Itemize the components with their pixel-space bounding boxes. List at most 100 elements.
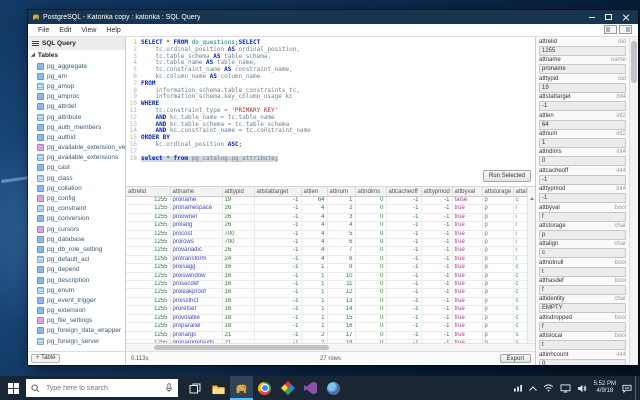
field-value[interactable]: 19	[539, 82, 626, 93]
grid-cell[interactable]: true	[452, 255, 483, 265]
grid-cell[interactable]: 1	[301, 314, 328, 324]
table-row[interactable]: 1255prorows700-1460-1-1truepitrue	[126, 238, 535, 248]
grid-cell[interactable]: provariadic	[170, 246, 223, 256]
taskbar-visual-studio[interactable]	[299, 376, 322, 400]
grid-cell[interactable]: proname	[170, 196, 223, 206]
run-selected-button[interactable]: Run Selected	[482, 170, 531, 182]
sidebar-item-pg_collation[interactable]: pg_collation	[37, 183, 125, 193]
grid-cell[interactable]: -1	[421, 314, 453, 324]
grid-cell[interactable]: proretset	[170, 305, 223, 315]
grid-col-attbyval[interactable]: attbyval	[452, 187, 483, 197]
grid-cell[interactable]: true	[452, 230, 483, 240]
grid-cell[interactable]: p	[482, 263, 514, 273]
grid-cell[interactable]: 1255	[126, 272, 171, 282]
menu-help[interactable]: Help	[101, 27, 125, 34]
grid-cell[interactable]: true	[452, 246, 483, 256]
grid-cell[interactable]: 0	[355, 314, 387, 324]
grid-cell[interactable]: p	[482, 288, 514, 298]
grid-cell[interactable]: -1	[386, 263, 422, 273]
field-value[interactable]: proname	[539, 64, 626, 75]
grid-cell[interactable]: 16	[222, 263, 255, 273]
grid-cell[interactable]: 700	[222, 230, 255, 240]
field-value[interactable]: 0	[539, 156, 626, 167]
grid-cell[interactable]: -1	[386, 204, 422, 214]
grid-cell[interactable]: -1	[386, 196, 422, 206]
sidebar-item-pg_auth_members[interactable]: pg_auth_members	[37, 122, 125, 132]
grid-cell[interactable]: -1	[386, 322, 422, 332]
sidebar-item-pg_class[interactable]: pg_class	[37, 173, 125, 183]
grid-cell[interactable]: 0	[355, 246, 387, 256]
grid-cell[interactable]: 4	[301, 255, 328, 265]
maximize-button[interactable]	[600, 10, 617, 24]
grid-cell[interactable]: 0	[355, 263, 387, 273]
grid-cell[interactable]: 0	[355, 305, 387, 315]
sidebar-item-pg_depend[interactable]: pg_depend	[37, 265, 125, 275]
grid-cell[interactable]: 1	[301, 288, 328, 298]
sidebar-item-pg_db_role_setting[interactable]: pg_db_role_setting	[37, 244, 125, 254]
grid-cell[interactable]: 13	[327, 297, 356, 307]
grid-cell[interactable]: 15	[327, 314, 356, 324]
grid-cell[interactable]: -1	[386, 288, 422, 298]
grid-cell[interactable]: 2	[301, 331, 328, 340]
grid-cell[interactable]: true	[452, 280, 483, 290]
grid-cell[interactable]: 6	[327, 238, 356, 248]
grid-cell[interactable]: 2	[327, 204, 356, 214]
grid-horizontal-scrollbar[interactable]	[126, 343, 535, 351]
grid-cell[interactable]: -1	[421, 263, 453, 273]
grid-cell[interactable]: 1255	[126, 280, 171, 290]
table-row[interactable]: 1255proisstrict16-11130-1-1truepctrue	[126, 297, 535, 307]
grid-cell[interactable]: p	[482, 305, 514, 315]
menu-file[interactable]: File	[33, 27, 54, 34]
grid-cell[interactable]: -1	[421, 246, 453, 256]
grid-cell[interactable]: -1	[421, 305, 453, 315]
grid-col-attlen[interactable]: attlen	[301, 187, 328, 197]
grid-cell[interactable]: -1	[386, 213, 422, 223]
grid-cell[interactable]: p	[482, 238, 514, 248]
grid-cell[interactable]: 0	[355, 297, 387, 307]
grid-cell[interactable]: -1	[254, 297, 302, 307]
grid-cell[interactable]: 4	[301, 221, 328, 231]
grid-cell[interactable]: 16	[222, 297, 255, 307]
grid-cell[interactable]: -1	[421, 213, 453, 223]
sidebar-item-sql-query[interactable]: SQL Query	[28, 37, 125, 50]
grid-cell[interactable]: -1	[386, 272, 422, 282]
menu-view[interactable]: View	[76, 27, 101, 34]
grid-col-atttypmod[interactable]: atttypmod	[421, 187, 453, 197]
field-value[interactable]: t	[539, 340, 626, 351]
sidebar-item-pg_cast[interactable]: pg_cast	[37, 163, 125, 173]
table-row[interactable]: 1255pronamespace26-1420-1-1truepitrue	[126, 204, 535, 214]
grid-cell[interactable]: 1255	[126, 305, 171, 315]
grid-cell[interactable]: 8	[327, 255, 356, 265]
grid-cell[interactable]: 1255	[126, 213, 171, 223]
grid-cell[interactable]: -1	[254, 238, 302, 248]
grid-cell[interactable]: proparallel	[170, 322, 223, 332]
grid-cell[interactable]: -1	[254, 331, 302, 340]
grid-cell[interactable]: 16	[327, 322, 356, 332]
grid-cell[interactable]: true	[452, 272, 483, 282]
field-value[interactable]: 64	[539, 119, 626, 130]
grid-cell[interactable]: 1255	[126, 204, 171, 214]
sidebar-item-pg_file_settings[interactable]: pg_file_settings	[37, 316, 125, 326]
grid-cell[interactable]: 0	[355, 280, 387, 290]
grid-cell[interactable]: -1	[421, 204, 453, 214]
grid-cell[interactable]: 24	[222, 255, 255, 265]
sidebar-item-pg_attrdef[interactable]: pg_attrdef	[37, 102, 125, 112]
grid-cell[interactable]: 1255	[126, 322, 171, 332]
grid-cell[interactable]: 1255	[126, 331, 171, 340]
grid-cell[interactable]: proisstrict	[170, 297, 223, 307]
grid-col-atttypid[interactable]: atttypid	[222, 187, 255, 197]
grid-cell[interactable]: 1255	[126, 221, 171, 231]
grid-cell[interactable]: 4	[301, 204, 328, 214]
table-row[interactable]: 1255proleakproof16-11120-1-1truepctrue	[126, 288, 535, 298]
grid-cell[interactable]: proiswindow	[170, 272, 223, 282]
grid-cell[interactable]: 0	[355, 230, 387, 240]
grid-cell[interactable]: 4	[301, 246, 328, 256]
layout-right-toggle-icon[interactable]	[619, 25, 632, 34]
grid-cell[interactable]: -1	[254, 280, 302, 290]
grid-cell[interactable]: true	[452, 238, 483, 248]
grid-cell[interactable]: prolang	[170, 221, 223, 231]
grid-cell[interactable]: p	[482, 272, 514, 282]
grid-col-attname[interactable]: attname	[170, 187, 223, 197]
grid-cell[interactable]: p	[482, 331, 514, 340]
table-row[interactable]: 1255proretset16-11140-1-1truepctrue	[126, 305, 535, 315]
